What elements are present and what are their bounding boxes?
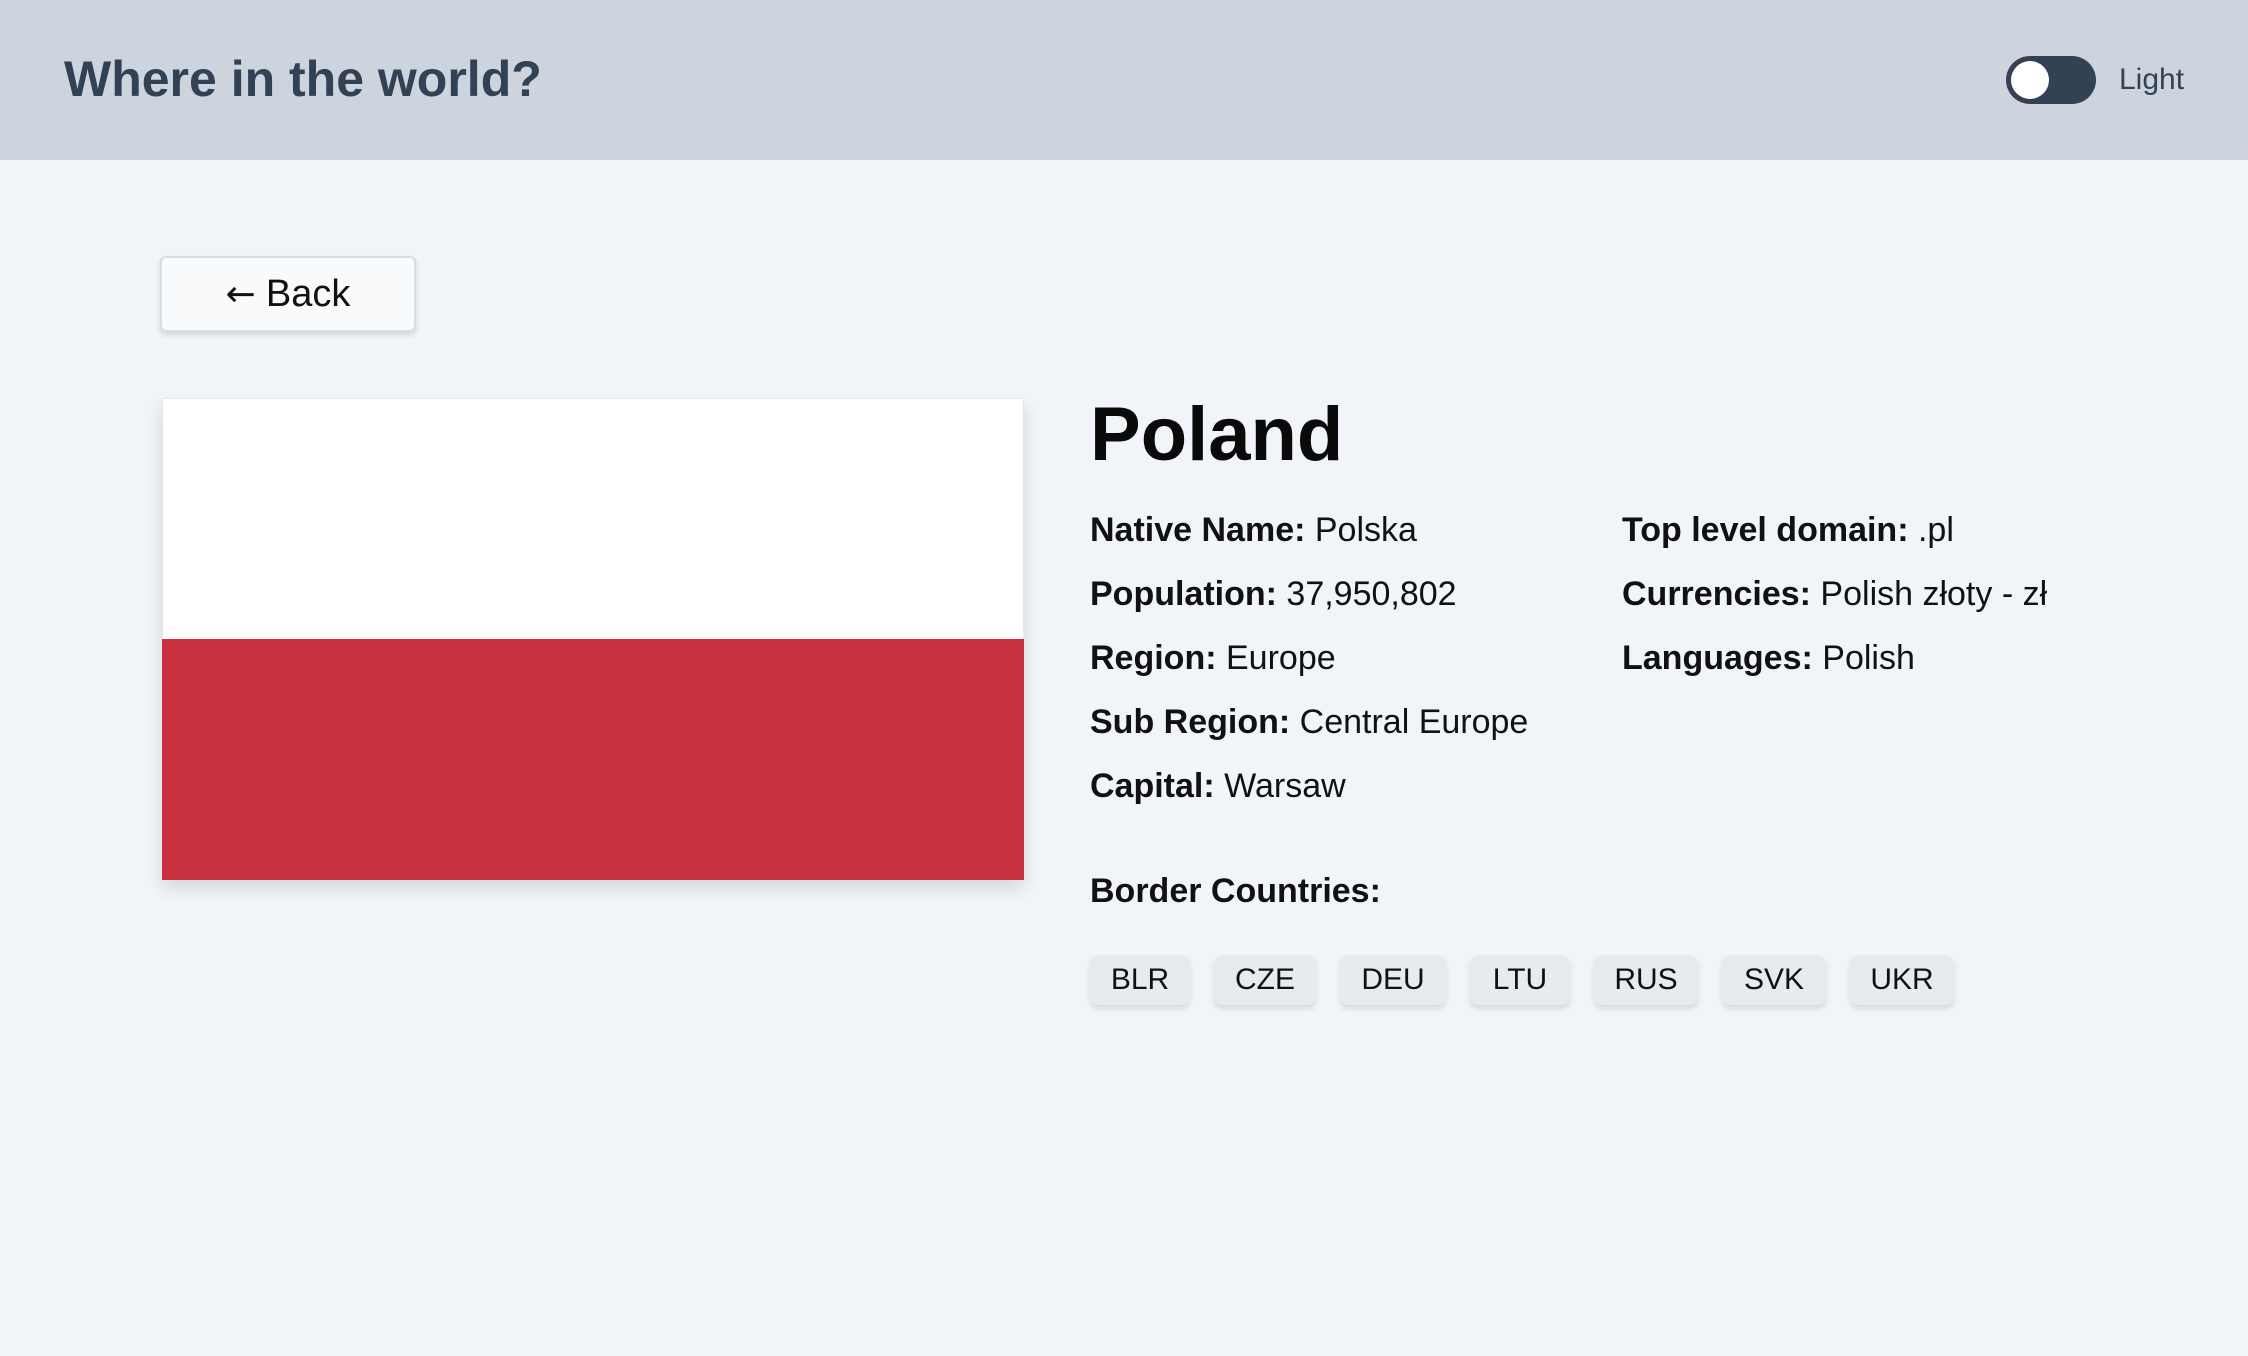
theme-toggle[interactable]	[2006, 56, 2096, 104]
back-button-label: Back	[265, 272, 351, 315]
border-country-tag[interactable]: DEU	[1340, 955, 1446, 1005]
detail-top-level-domain: Top level domain: .pl	[1622, 508, 1954, 552]
detail-value: Polska	[1314, 511, 1417, 549]
border-countries-title: Border Countries:	[1090, 872, 1381, 910]
detail-languages: Languages: Polish	[1622, 636, 1915, 680]
detail-value: 37,950,802	[1286, 575, 1457, 613]
theme-label: Light	[2119, 63, 2185, 96]
border-country-tag[interactable]: CZE	[1214, 955, 1316, 1005]
border-country-tag[interactable]: LTU	[1470, 955, 1570, 1005]
detail-population: Population: 37,950,802	[1090, 572, 1457, 616]
detail-value: Central Europe	[1299, 703, 1529, 741]
detail-region: Region: Europe	[1090, 636, 1336, 680]
toggle-knob	[2011, 61, 2049, 99]
border-country-tag[interactable]: UKR	[1850, 955, 1954, 1005]
detail-label: Languages:	[1622, 639, 1813, 677]
detail-value: Polish złoty - zł	[1820, 575, 2048, 613]
country-name: Poland	[1090, 392, 1344, 477]
detail-label: Population:	[1090, 575, 1277, 613]
detail-sub-region: Sub Region: Central Europe	[1090, 700, 1528, 744]
country-flag	[162, 398, 1024, 880]
detail-native-name: Native Name: Polska	[1090, 508, 1417, 552]
arrow-left-icon: ←	[225, 273, 256, 315]
detail-value: Warsaw	[1224, 767, 1346, 805]
border-country-tag[interactable]: RUS	[1594, 955, 1698, 1005]
detail-label: Native Name:	[1090, 511, 1306, 549]
flag-white-stripe	[162, 398, 1024, 639]
flag-red-stripe	[162, 639, 1024, 880]
detail-value: Polish	[1822, 639, 1915, 677]
detail-value: .pl	[1917, 511, 1954, 549]
detail-label: Region:	[1090, 639, 1217, 677]
detail-value: Europe	[1226, 639, 1336, 677]
detail-label: Top level domain:	[1622, 511, 1909, 549]
header-bar: Where in the world? Light	[0, 0, 2248, 160]
detail-label: Sub Region:	[1090, 703, 1291, 741]
detail-currencies: Currencies: Polish złoty - zł	[1622, 572, 2047, 616]
detail-label: Currencies:	[1622, 575, 1811, 613]
detail-capital: Capital: Warsaw	[1090, 764, 1346, 808]
back-button[interactable]: ← Back	[160, 256, 416, 332]
detail-label: Capital:	[1090, 767, 1215, 805]
border-country-tag[interactable]: SVK	[1722, 955, 1826, 1005]
border-country-tag[interactable]: BLR	[1090, 955, 1190, 1005]
site-title: Where in the world?	[64, 51, 542, 107]
